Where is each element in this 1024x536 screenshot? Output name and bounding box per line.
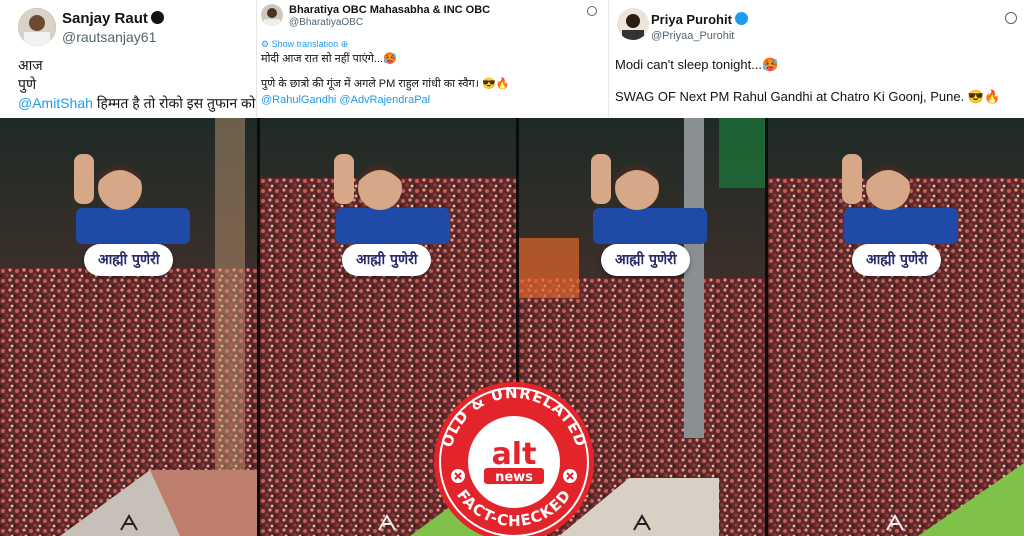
politician-overlay-image <box>591 154 707 244</box>
caption-pill: आह्मी पुणेरी <box>601 244 691 276</box>
tweet-author-handle[interactable]: @Priyaa_Purohit <box>651 30 734 42</box>
mention-link[interactable]: @AmitShah <box>18 95 93 111</box>
tweet-text: आज पुणे @AmitShah हिम्मत है तो रोको इस त… <box>18 56 256 113</box>
video-frame-1: आह्मी पुणेरी <box>0 118 257 536</box>
politician-overlay-image <box>334 154 450 244</box>
tweet-line: मोदी आज रात सो नहीं पाएंगे...🥵 <box>261 53 397 65</box>
verified-icon <box>734 12 748 25</box>
watermark-icon <box>378 514 396 531</box>
tweet-line: हिम्मत है तो रोको इस तुफान को.. <box>96 94 256 111</box>
verified-icon <box>150 11 164 24</box>
svg-text:alt: alt <box>492 437 537 472</box>
tweet-priya-purohit: Priya Purohit @Priyaa_Purohit Modi can't… <box>608 0 1024 118</box>
tweet-author-name[interactable]: Bharatiya OBC Mahasabha & INC OBC <box>289 4 490 16</box>
video-frame-4: आह्मी पुणेरी <box>768 118 1024 536</box>
avatar[interactable] <box>617 8 649 40</box>
politician-overlay-image <box>842 154 958 244</box>
more-options-icon[interactable] <box>1005 12 1017 24</box>
tweet-line: पुणे <box>18 75 37 92</box>
tweet-line: आज <box>18 57 43 73</box>
tweet-bharatiya-obc: Bharatiya OBC Mahasabha & INC OBC @Bhara… <box>256 0 608 118</box>
watermark-icon <box>886 514 904 531</box>
fact-check-badge: OLD & UNRELATED FACT-CHECKED alt news <box>434 382 594 536</box>
avatar[interactable] <box>261 4 283 26</box>
close-icon <box>451 469 465 483</box>
show-translation-link[interactable]: ⚙ Show translation ⊕ <box>261 39 348 50</box>
tweet-author-name[interactable]: Sanjay Raut <box>62 10 164 27</box>
svg-text:news: news <box>495 470 533 485</box>
mention-links[interactable]: @RahulGandhi @AdvRajendraPal <box>261 93 509 108</box>
caption-pill: आह्मी पुणेरी <box>342 244 432 276</box>
watermark-icon <box>633 514 651 531</box>
watermark-icon <box>120 514 138 531</box>
avatar[interactable] <box>18 8 56 46</box>
caption-pill: आह्मी पुणेरी <box>852 244 942 276</box>
tweet-line: SWAG OF Next PM Rahul Gandhi at Chatro K… <box>615 88 1001 104</box>
tweet-line: Modi can't sleep tonight...🥵 <box>615 57 779 72</box>
tweet-line: पुणे के छात्रो की गूंज में अगले PM राहुल… <box>261 78 510 91</box>
tweet-author-name[interactable]: Priya Purohit <box>651 12 748 27</box>
tweet-author-handle[interactable]: @rautsanjay61 <box>62 29 156 45</box>
close-icon <box>563 469 577 483</box>
tweet-text: मोदी आज रात सो नहीं पाएंगे...🥵 पुणे के छ… <box>261 52 509 108</box>
tweet-sanjay-raut: Sanjay Raut @rautsanjay61 आज पुणे @AmitS… <box>0 0 256 118</box>
caption-pill: आह्मी पुणेरी <box>84 244 174 276</box>
politician-overlay-image <box>74 154 190 244</box>
tweet-author-handle[interactable]: @BharatiyaOBC <box>289 17 363 28</box>
more-options-icon[interactable] <box>587 6 597 16</box>
tweet-text: Modi can't sleep tonight...🥵 SWAG OF Nex… <box>615 56 1000 105</box>
